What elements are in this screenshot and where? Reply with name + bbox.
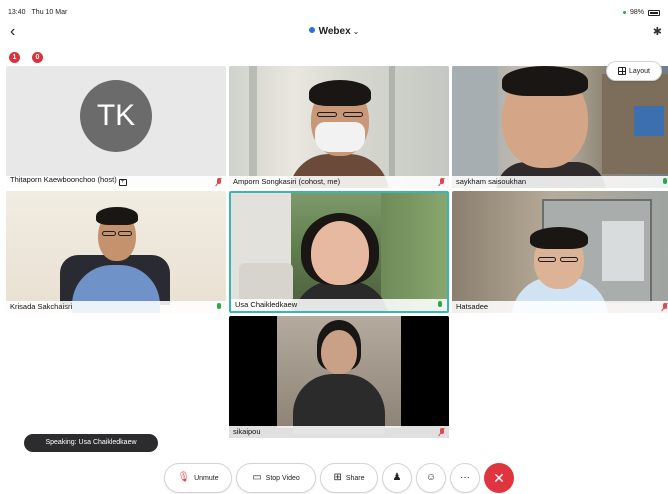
- participant-name: saykham saisoukhan: [456, 177, 527, 186]
- chevron-down-icon: ⌄: [352, 27, 360, 36]
- share-button[interactable]: ⊞ Share: [320, 463, 378, 493]
- video-tile-usa[interactable]: Usa Chaikledkaew: [229, 191, 449, 313]
- mic-muted-icon: [438, 177, 445, 187]
- participant-name: sikaipou: [233, 427, 261, 436]
- app-title[interactable]: Webex ⌄: [0, 26, 668, 37]
- video-tile-hatsadee[interactable]: Hatsadee: [452, 191, 668, 313]
- participants-button[interactable]: ♟: [382, 463, 412, 493]
- speaking-indicator: Speaking: Usa Chaikledkaew: [24, 434, 158, 452]
- webex-logo-icon: [308, 27, 315, 33]
- status-right: 98%: [622, 9, 660, 16]
- notification-badge[interactable]: 1: [9, 52, 20, 63]
- participant-name: Usa Chaikledkaew: [235, 300, 298, 309]
- end-call-button[interactable]: ✕: [484, 463, 514, 493]
- status-bar: 13:40 Thu 10 Mar 98%: [0, 0, 668, 20]
- mic-live-icon: [216, 303, 222, 311]
- layout-icon: [617, 67, 626, 75]
- mic-muted-icon: [661, 302, 668, 312]
- mic-live-icon: [662, 178, 668, 186]
- camera-icon: ▭: [252, 472, 262, 483]
- stop-video-label: Stop Video: [265, 474, 300, 482]
- status-date: Thu 10 Mar: [31, 9, 68, 16]
- battery-icon: [648, 9, 660, 16]
- avatar: TK: [80, 80, 152, 152]
- video-tile-krisada[interactable]: Krisada Sakchaisri: [6, 191, 226, 313]
- share-icon: ⊞: [333, 472, 342, 483]
- mic-live-icon: [437, 301, 443, 309]
- end-call-icon: ✕: [493, 470, 505, 486]
- participants-icon: ♟: [392, 472, 402, 483]
- mic-muted-icon: 🎙: [177, 472, 191, 483]
- tile-label-bar: [229, 426, 449, 438]
- stop-video-button[interactable]: ▭ Stop Video: [236, 463, 316, 493]
- participant-name: Thitaporn Kaewboonchoo (host) +: [10, 175, 127, 186]
- host-icon: +: [118, 179, 127, 186]
- video-tile-thitaporn[interactable]: TK Thitaporn Kaewboonchoo (host) +: [6, 66, 226, 188]
- bluetooth-icon: ✱: [652, 26, 662, 38]
- reactions-button[interactable]: ☺: [416, 463, 446, 493]
- video-tile-sikaipou[interactable]: sikaipou: [229, 316, 449, 438]
- layout-button[interactable]: Layout: [606, 61, 662, 81]
- unmute-button[interactable]: 🎙 Unmute: [164, 463, 232, 493]
- participant-name-text: Thitaporn Kaewboonchoo (host): [10, 175, 117, 184]
- more-icon: ···: [460, 472, 470, 483]
- participant-name: Krisada Sakchaisri: [10, 302, 73, 311]
- app-title-text: Webex: [318, 26, 351, 37]
- unmute-label: Unmute: [194, 474, 219, 482]
- meeting-toolbar: 🎙 Unmute ▭ Stop Video ⊞ Share ♟ ☺ ··· ✕: [0, 463, 668, 493]
- mic-muted-icon: [215, 177, 222, 187]
- battery-percent: 98%: [629, 9, 644, 16]
- signal-icon: [622, 11, 626, 14]
- status-left: 13:40 Thu 10 Mar: [8, 9, 67, 16]
- recording-badge[interactable]: 0: [32, 52, 43, 63]
- participant-name: Amporn Songkasiri (cohost, me): [233, 177, 341, 186]
- video-tile-saykham[interactable]: saykham saisoukhan: [452, 66, 668, 188]
- reactions-icon: ☺: [425, 472, 437, 483]
- mic-muted-icon: [438, 427, 445, 437]
- layout-label: Layout: [628, 67, 651, 75]
- status-time: 13:40: [8, 9, 26, 16]
- share-label: Share: [345, 474, 365, 482]
- video-tile-amporn[interactable]: Amporn Songkasiri (cohost, me): [229, 66, 449, 188]
- more-button[interactable]: ···: [450, 463, 480, 493]
- participant-name: Hatsadee: [456, 302, 489, 311]
